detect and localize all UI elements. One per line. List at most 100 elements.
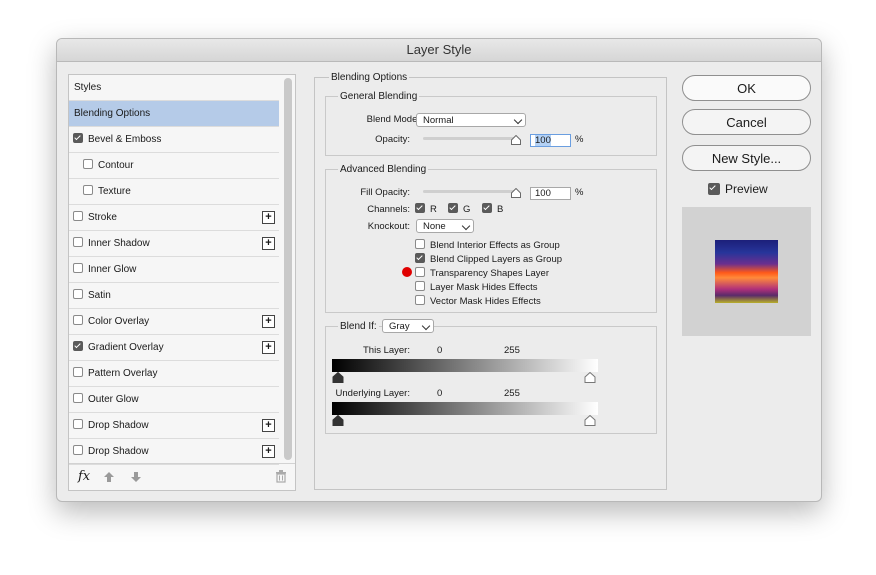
style-checkbox[interactable]: [73, 289, 83, 300]
style-checkbox[interactable]: [83, 159, 93, 170]
this-layer-max: 255: [504, 345, 520, 356]
scrollbar[interactable]: [284, 78, 292, 460]
style-item-inner-shadow[interactable]: Inner Shadow +: [69, 231, 279, 257]
channel-r-label: R: [430, 204, 437, 215]
fill-opacity-slider[interactable]: [423, 190, 516, 193]
fill-opacity-input[interactable]: 100: [530, 187, 571, 200]
opacity-value: 100: [535, 135, 551, 146]
new-style-button[interactable]: New Style...: [682, 145, 811, 171]
style-item-drop-shadow[interactable]: Drop Shadow +: [69, 439, 279, 465]
trash-icon[interactable]: [275, 470, 287, 483]
channels-label: Channels:: [367, 204, 410, 215]
blend-mode-select[interactable]: Normal: [416, 113, 526, 127]
add-style-icon[interactable]: +: [262, 445, 275, 458]
add-style-icon[interactable]: +: [262, 237, 275, 250]
opacity-slider[interactable]: [423, 137, 516, 140]
general-blending-title: General Blending: [338, 91, 420, 102]
styles-header-label: Styles: [74, 82, 102, 93]
option-label: Layer Mask Hides Effects: [430, 282, 538, 293]
style-item-drop-shadow[interactable]: Drop Shadow +: [69, 413, 279, 439]
preview-swatch: [715, 240, 778, 303]
style-item-color-overlay[interactable]: Color Overlay +: [69, 309, 279, 335]
style-checkbox[interactable]: [73, 263, 83, 274]
channel-b-label: B: [497, 204, 504, 215]
style-checkbox[interactable]: [73, 419, 83, 430]
red-dot-marker: [402, 267, 412, 277]
this-layer-gradient[interactable]: [332, 359, 598, 372]
style-item-satin[interactable]: Satin: [69, 283, 279, 309]
blend-if-group: Blend If: Gray This Layer: 0 255 Underly…: [325, 319, 657, 434]
option-label: Transparency Shapes Layer: [430, 268, 549, 279]
underlying-white-handle[interactable]: [584, 415, 596, 426]
style-checkbox[interactable]: [73, 445, 83, 456]
style-checkbox[interactable]: [73, 133, 83, 144]
option-checkbox[interactable]: [415, 295, 425, 306]
option-blend-interior-effects-as-group[interactable]: Blend Interior Effects as Group: [415, 239, 560, 251]
style-checkbox[interactable]: [73, 237, 83, 248]
option-checkbox[interactable]: [415, 281, 425, 292]
styles-header[interactable]: Styles: [69, 75, 279, 101]
channel-g[interactable]: G: [448, 203, 470, 215]
option-transparency-shapes-layer[interactable]: Transparency Shapes Layer: [415, 267, 549, 279]
style-item-label: Inner Shadow: [88, 238, 150, 249]
option-checkbox[interactable]: [415, 253, 425, 264]
style-checkbox[interactable]: [73, 211, 83, 222]
blending-options-panel: Blending Options General Blending Blend …: [314, 72, 667, 490]
move-down-icon[interactable]: [130, 471, 142, 483]
fill-opacity-slider-handle[interactable]: [511, 188, 521, 198]
channel-b-checkbox[interactable]: [482, 203, 492, 214]
underlying-max: 255: [504, 388, 520, 399]
chevron-down-icon: [513, 115, 523, 125]
style-checkbox[interactable]: [73, 367, 83, 378]
style-item-gradient-overlay[interactable]: Gradient Overlay +: [69, 335, 279, 361]
option-vector-mask-hides-effects[interactable]: Vector Mask Hides Effects: [415, 295, 541, 307]
move-up-icon[interactable]: [103, 471, 115, 483]
this-layer-min: 0: [437, 345, 443, 356]
opacity-slider-handle[interactable]: [511, 135, 521, 145]
underlying-layer-gradient[interactable]: [332, 402, 598, 415]
channel-g-checkbox[interactable]: [448, 203, 458, 214]
style-checkbox[interactable]: [73, 341, 83, 352]
ok-button[interactable]: OK: [682, 75, 811, 101]
chevron-down-icon: [421, 321, 431, 331]
add-style-icon[interactable]: +: [262, 315, 275, 328]
fx-button[interactable]: fx: [78, 469, 90, 484]
add-style-icon[interactable]: +: [262, 419, 275, 432]
knockout-select[interactable]: None: [416, 219, 474, 233]
cancel-button[interactable]: Cancel: [682, 109, 811, 135]
option-label: Blend Interior Effects as Group: [430, 240, 560, 251]
opacity-input[interactable]: 100: [530, 134, 571, 147]
fill-opacity-value: 100: [535, 188, 551, 199]
style-item-contour[interactable]: Contour: [69, 153, 279, 179]
blend-if-select[interactable]: Gray: [382, 319, 434, 333]
option-checkbox[interactable]: [415, 267, 425, 278]
style-item-label: Blending Options: [74, 108, 151, 119]
channel-r-checkbox[interactable]: [415, 203, 425, 214]
style-item-outer-glow[interactable]: Outer Glow: [69, 387, 279, 413]
add-style-icon[interactable]: +: [262, 341, 275, 354]
style-item-blending-options[interactable]: Blending Options: [69, 101, 279, 127]
this-layer-white-handle[interactable]: [584, 372, 596, 383]
style-checkbox[interactable]: [73, 315, 83, 326]
this-layer-black-handle[interactable]: [332, 372, 344, 383]
style-checkbox[interactable]: [73, 393, 83, 404]
fill-opacity-percent: %: [575, 187, 584, 198]
channel-r[interactable]: R: [415, 203, 437, 215]
preview-label: Preview: [725, 182, 768, 196]
option-blend-clipped-layers-as-group[interactable]: Blend Clipped Layers as Group: [415, 253, 562, 265]
layer-style-dialog: Layer Style Styles Blending Options Bevel…: [56, 38, 822, 502]
channel-b[interactable]: B: [482, 203, 504, 215]
preview-toggle[interactable]: Preview: [708, 182, 768, 196]
style-item-inner-glow[interactable]: Inner Glow: [69, 257, 279, 283]
underlying-black-handle[interactable]: [332, 415, 344, 426]
style-item-texture[interactable]: Texture: [69, 179, 279, 205]
option-checkbox[interactable]: [415, 239, 425, 250]
style-checkbox[interactable]: [83, 185, 93, 196]
style-item-pattern-overlay[interactable]: Pattern Overlay: [69, 361, 279, 387]
add-style-icon[interactable]: +: [262, 211, 275, 224]
style-item-stroke[interactable]: Stroke +: [69, 205, 279, 231]
styles-list: Styles Blending Options Bevel & Emboss Con…: [68, 74, 296, 491]
option-layer-mask-hides-effects[interactable]: Layer Mask Hides Effects: [415, 281, 538, 293]
style-item-bevel-emboss[interactable]: Bevel & Emboss: [69, 127, 279, 153]
preview-checkbox[interactable]: [708, 182, 720, 195]
